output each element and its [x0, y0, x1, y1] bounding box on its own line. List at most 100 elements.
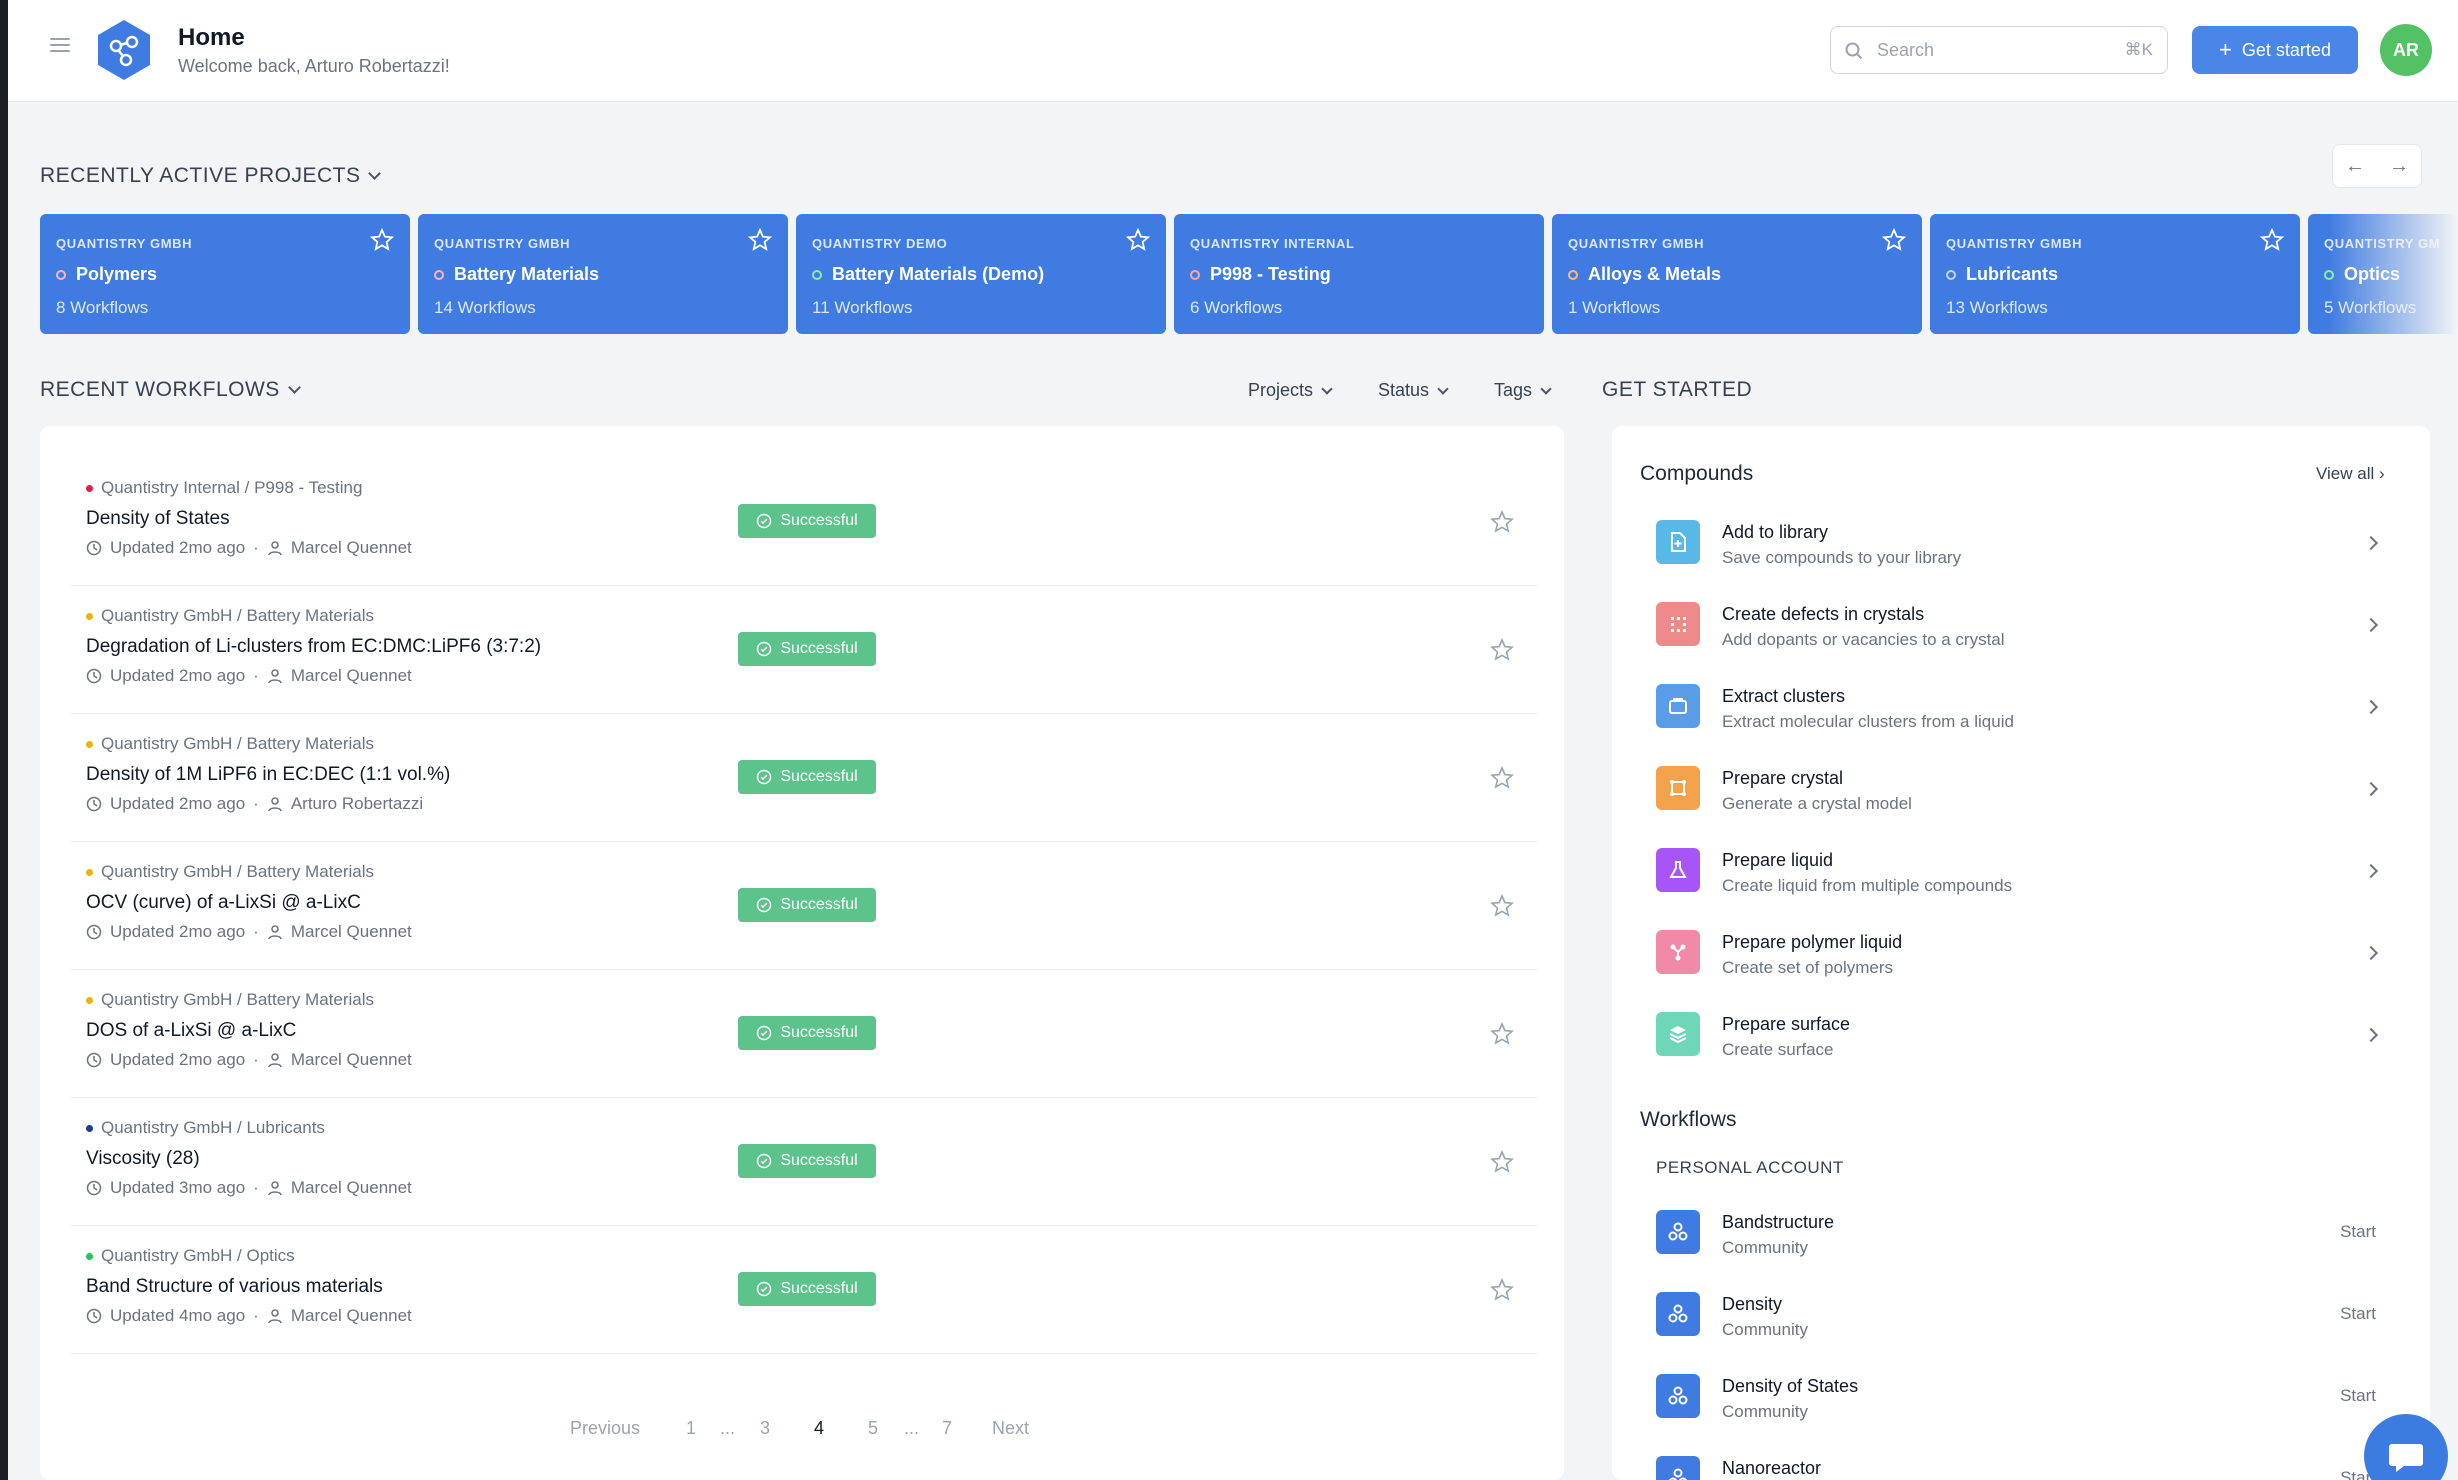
star-icon[interactable] — [1490, 894, 1514, 918]
workflow-breadcrumb-text: Quantistry GmbH / Lubricants — [101, 1118, 325, 1137]
workflow-icon — [1656, 1292, 1700, 1336]
arrow-left-icon[interactable]: ← — [2333, 145, 2377, 187]
star-icon[interactable] — [1490, 766, 1514, 790]
star-icon[interactable] — [1126, 228, 1150, 252]
filter-tags[interactable]: Tags — [1494, 380, 1552, 401]
workflow-name: Band Structure of various materials — [86, 1276, 383, 1297]
compound-action[interactable]: Extract clusters Extract molecular clust… — [1640, 670, 2402, 750]
workflow-breadcrumb: Quantistry GmbH / Battery Materials — [86, 606, 374, 626]
project-card[interactable]: QUANTISTRY DEMO Battery Materials (Demo)… — [796, 214, 1166, 334]
workflow-row[interactable]: Quantistry GmbH / Lubricants Viscosity (… — [70, 1098, 1538, 1226]
workflow-template[interactable]: Density Community Start — [1640, 1278, 2402, 1358]
status-label: Successful — [780, 1280, 858, 1297]
workflow-row[interactable]: Quantistry GmbH / Battery Materials OCV … — [70, 842, 1538, 970]
compound-action-subtitle: Create liquid from multiple compounds — [1722, 876, 2013, 895]
project-name-row: Lubricants — [1946, 264, 2058, 285]
pagination-page[interactable]: 7 — [942, 1418, 952, 1439]
project-name: P998 - Testing — [1210, 264, 1331, 284]
project-name: Alloys & Metals — [1588, 264, 1722, 284]
view-all-link[interactable]: View all › — [2316, 464, 2385, 484]
pagination-page[interactable]: 1 — [686, 1418, 696, 1439]
star-icon[interactable] — [1490, 1022, 1514, 1046]
workflow-name: Viscosity (28) — [86, 1148, 200, 1169]
get-started-button[interactable]: + Get started — [2192, 26, 2358, 74]
compound-action[interactable]: Add to library Save compounds to your li… — [1640, 506, 2402, 586]
project-card[interactable]: QUANTISTRY INTERNAL P998 - Testing 6 Wor… — [1174, 214, 1544, 334]
avatar[interactable]: AR — [2380, 24, 2432, 76]
workflow-template[interactable]: Nanoreactor Community Start — [1640, 1442, 2402, 1480]
pagination-page[interactable]: 3 — [760, 1418, 770, 1439]
arrow-right-icon[interactable]: → — [2377, 145, 2421, 187]
star-icon[interactable] — [2260, 228, 2284, 252]
workflow-breadcrumb: Quantistry GmbH / Battery Materials — [86, 990, 374, 1010]
workflow-template-subtitle: Community — [1722, 1320, 1808, 1339]
pagination-page[interactable]: 5 — [868, 1418, 878, 1439]
compound-action[interactable]: Create defects in crystals Add dopants o… — [1640, 588, 2402, 668]
star-icon[interactable] — [1882, 228, 1906, 252]
project-name-row: P998 - Testing — [1190, 264, 1331, 285]
user-icon — [268, 1053, 282, 1068]
star-icon[interactable] — [748, 228, 772, 252]
start-button[interactable]: Start — [2340, 1222, 2376, 1242]
search-input[interactable]: Search ⌘K — [1830, 26, 2168, 74]
separator-dot: · — [253, 1050, 259, 1069]
logo-icon[interactable] — [92, 18, 156, 82]
hamburger-menu-icon[interactable] — [50, 38, 70, 54]
start-button[interactable]: Start — [2340, 1386, 2376, 1406]
workflow-row[interactable]: Quantistry GmbH / Battery Materials Dens… — [70, 714, 1538, 842]
separator-dot: · — [253, 1306, 259, 1325]
compound-action[interactable]: Prepare polymer liquid Create set of pol… — [1640, 916, 2402, 996]
workflow-breadcrumb-text: Quantistry GmbH / Battery Materials — [101, 734, 375, 753]
user-icon — [268, 1181, 282, 1196]
workflow-updated: Updated 2mo ago — [110, 1050, 246, 1069]
compound-action[interactable]: Prepare surface Create surface — [1640, 998, 2402, 1078]
project-card[interactable]: QUANTISTRY GMBH Lubricants 13 Workflows — [1930, 214, 2300, 334]
workflow-row[interactable]: Quantistry GmbH / Battery Materials Degr… — [70, 586, 1538, 714]
project-card[interactable]: QUANTISTRY GMBH Polymers 8 Workflows — [40, 214, 410, 334]
workflow-row[interactable]: Quantistry GmbH / Battery Materials DOS … — [70, 970, 1538, 1098]
chevron-down-icon — [368, 167, 382, 180]
project-card[interactable]: QUANTISTRY GMBH Alloys & Metals 1 Workfl… — [1552, 214, 1922, 334]
star-icon[interactable] — [1490, 510, 1514, 534]
project-org: QUANTISTRY GMBH — [1568, 236, 1705, 251]
separator-dot: · — [253, 538, 259, 557]
compound-action[interactable]: Prepare liquid Create liquid from multip… — [1640, 834, 2402, 914]
workflows-section-title[interactable]: RECENT WORKFLOWS — [40, 378, 301, 402]
chevron-down-icon — [1540, 383, 1552, 395]
workflow-row[interactable]: Quantistry Internal / P998 - Testing Den… — [70, 458, 1538, 586]
chevron-right-icon — [2363, 699, 2379, 715]
project-count: 8 Workflows — [56, 298, 149, 317]
workflow-row[interactable]: Quantistry GmbH / Optics Band Structure … — [70, 1226, 1538, 1354]
filter-status[interactable]: Status — [1378, 380, 1449, 401]
clock-icon — [86, 796, 102, 812]
project-count: 11 Workflows — [812, 298, 913, 317]
compound-action-title: Extract clusters — [1722, 686, 1846, 706]
check-circle-icon — [757, 1025, 772, 1041]
workflow-template[interactable]: Density of States Community Start — [1640, 1360, 2402, 1440]
star-icon[interactable] — [1490, 638, 1514, 662]
star-icon[interactable] — [1490, 1150, 1514, 1174]
workflow-template[interactable]: Bandstructure Community Start — [1640, 1196, 2402, 1276]
pagination-next[interactable]: Next — [992, 1418, 1029, 1439]
pagination-previous[interactable]: Previous — [570, 1418, 640, 1439]
workflow-meta: Updated 4mo ago · Marcel Quennet — [86, 1306, 412, 1326]
workflow-name: Density of 1M LiPF6 in EC:DEC (1:1 vol.%… — [86, 764, 451, 785]
project-count: 1 Workflows — [1568, 298, 1661, 317]
projects-section-title[interactable]: RECENTLY ACTIVE PROJECTS — [40, 164, 382, 188]
workflow-name: Degradation of Li-clusters from EC:DMC:L… — [86, 636, 542, 657]
start-button[interactable]: Start — [2340, 1304, 2376, 1324]
workflow-template-title: Density of States — [1722, 1376, 1859, 1396]
star-icon[interactable] — [370, 228, 394, 252]
project-card[interactable]: QUANTISTRY GMBH Battery Materials 14 Wor… — [418, 214, 788, 334]
pagination-page-current[interactable]: 4 — [814, 1418, 824, 1439]
check-circle-icon — [757, 513, 772, 529]
workflow-user: Marcel Quennet — [290, 1178, 412, 1197]
chevron-down-icon — [287, 381, 301, 394]
status-badge: Successful — [738, 632, 876, 666]
pagination-ellipsis: ... — [720, 1418, 736, 1438]
star-icon[interactable] — [1490, 1278, 1514, 1302]
project-card[interactable]: QUANTISTRY GM Optics 5 Workflows — [2308, 214, 2458, 334]
project-count: 5 Workflows — [2324, 298, 2417, 317]
filter-projects[interactable]: Projects — [1248, 380, 1333, 401]
compound-action[interactable]: Prepare crystal Generate a crystal model — [1640, 752, 2402, 832]
